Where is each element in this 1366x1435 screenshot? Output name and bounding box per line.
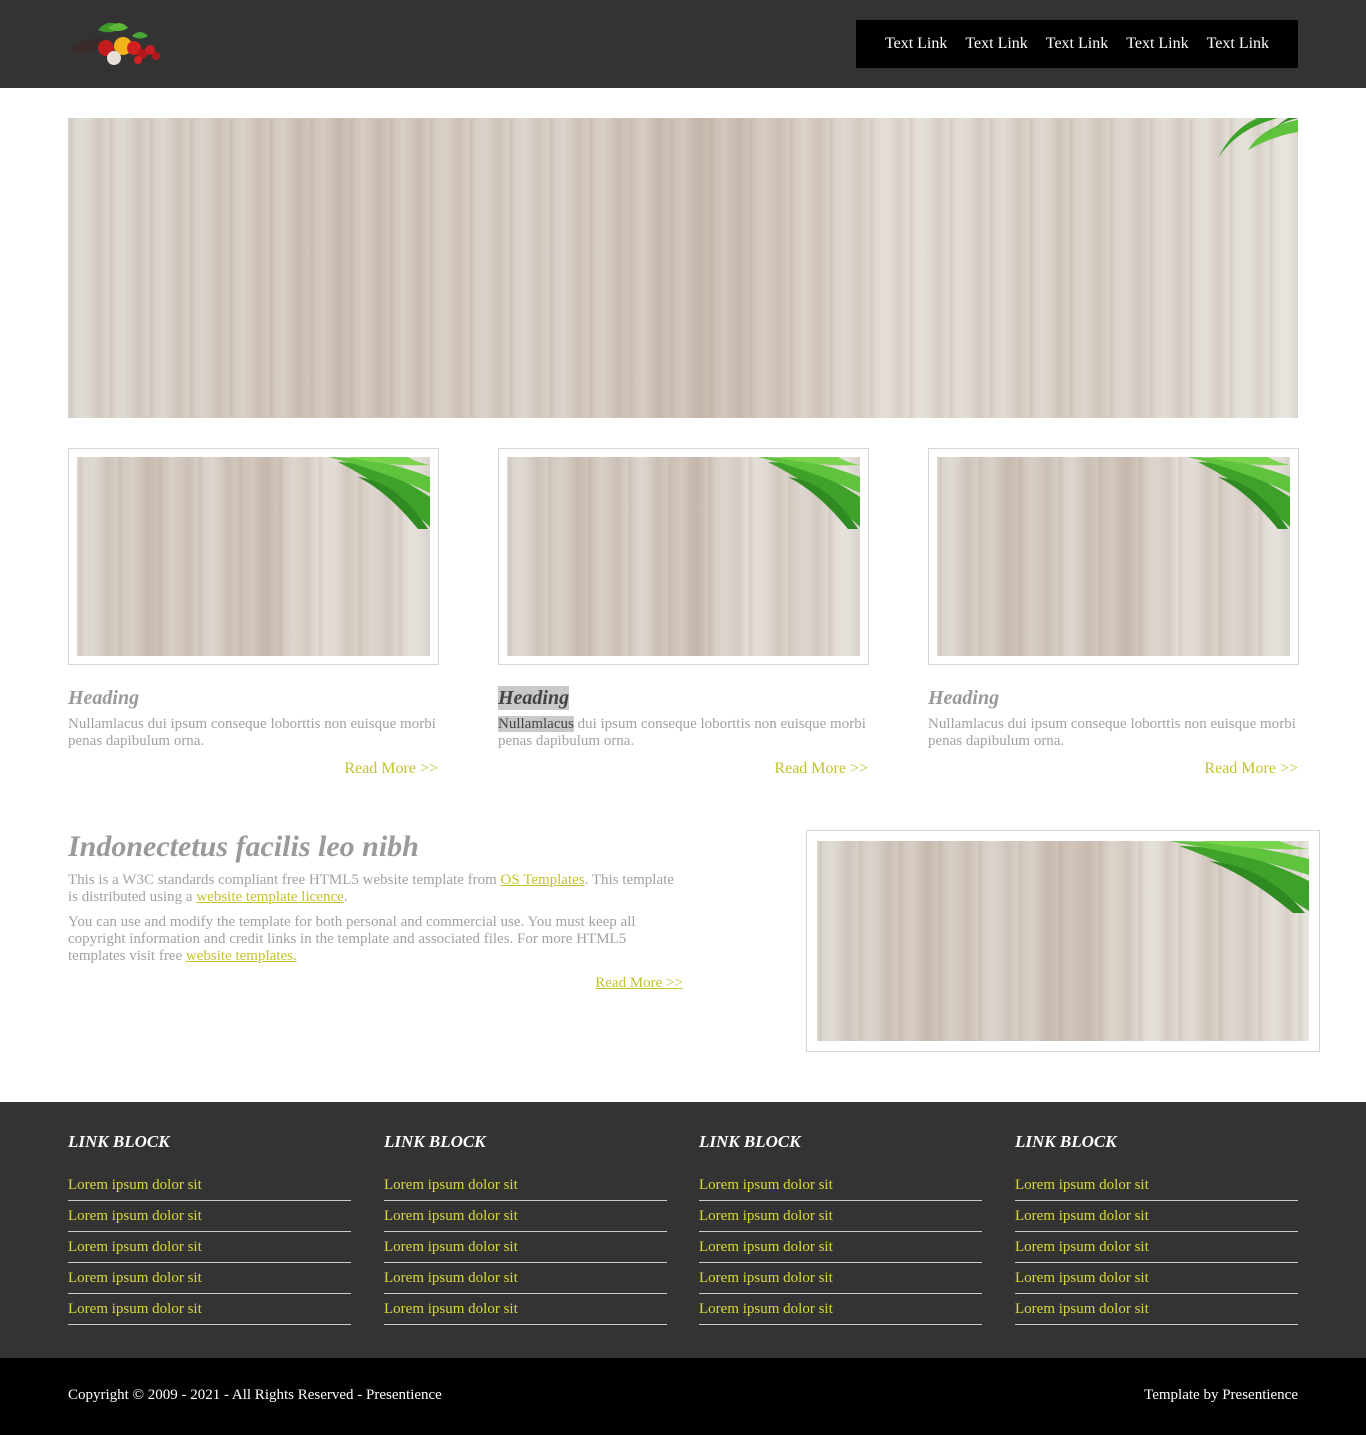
footer-link[interactable]: Lorem ipsum dolor sit <box>384 1301 518 1317</box>
link-block-title: LINK BLOCK <box>1015 1132 1117 1151</box>
card-heading: Heading <box>68 687 140 709</box>
footer-link[interactable]: Lorem ipsum dolor sit <box>68 1208 202 1224</box>
card-text: Nullamlacus dui ipsum conseque loborttis… <box>498 716 869 750</box>
link-block-title: LINK BLOCK <box>699 1132 801 1151</box>
link-block-4: LINK BLOCK Lorem ipsum dolor sit Lorem i… <box>1015 1132 1298 1325</box>
card-text: Nullamlacus dui ipsum conseque loborttis… <box>68 716 436 749</box>
text: This is a W3C standards compliant free H… <box>68 872 501 888</box>
website-templates-link[interactable]: website templates. <box>186 948 297 964</box>
footer-link[interactable]: Lorem ipsum dolor sit <box>384 1208 518 1224</box>
link-block-2: LINK BLOCK Lorem ipsum dolor sit Lorem i… <box>384 1132 667 1325</box>
footer-link[interactable]: Lorem ipsum dolor sit <box>1015 1177 1149 1193</box>
licence-link[interactable]: website template licence <box>196 889 343 905</box>
card-heading: Heading <box>928 687 1000 709</box>
link-block-1: LINK BLOCK Lorem ipsum dolor sit Lorem i… <box>68 1132 351 1325</box>
intro-title: Indonectetus facilis leo nibh <box>68 830 419 863</box>
os-templates-link[interactable]: OS Templates <box>501 872 585 888</box>
footer-link[interactable]: Lorem ipsum dolor sit <box>384 1270 518 1286</box>
footer-link[interactable]: Lorem ipsum dolor sit <box>699 1177 833 1193</box>
intro-paragraph-1: This is a W3C standards compliant free H… <box>68 872 683 906</box>
card-image-frame <box>68 448 439 665</box>
footer-links: LINK BLOCK Lorem ipsum dolor sit Lorem i… <box>0 1102 1366 1358</box>
vegetables-logo[interactable] <box>68 18 168 68</box>
link-block-title: LINK BLOCK <box>68 1132 170 1151</box>
card-image <box>937 457 1290 656</box>
nav-link-3[interactable]: Text Link <box>1037 20 1117 68</box>
leaves-decoration <box>328 457 430 529</box>
link-block-title: LINK BLOCK <box>384 1132 486 1151</box>
footer-link[interactable]: Lorem ipsum dolor sit <box>1015 1301 1149 1317</box>
intro-image-frame <box>806 830 1320 1052</box>
footer-link[interactable]: Lorem ipsum dolor sit <box>68 1239 202 1255</box>
highlighted-text: Nullamlacus <box>498 716 574 732</box>
footer-link[interactable]: Lorem ipsum dolor sit <box>384 1239 518 1255</box>
link-block-3: LINK BLOCK Lorem ipsum dolor sit Lorem i… <box>699 1132 982 1325</box>
footer-link[interactable]: Lorem ipsum dolor sit <box>1015 1208 1149 1224</box>
leaves-decoration <box>758 457 860 529</box>
feature-card-3: Heading Nullamlacus dui ipsum conseque l… <box>928 448 1299 778</box>
leaves-decoration <box>1169 841 1309 913</box>
intro-section: Indonectetus facilis leo nibh This is a … <box>68 830 683 992</box>
card-image <box>507 457 860 656</box>
footer-link[interactable]: Lorem ipsum dolor sit <box>384 1177 518 1193</box>
footer-link[interactable]: Lorem ipsum dolor sit <box>699 1208 833 1224</box>
read-more-link[interactable]: Read More >> <box>498 760 869 778</box>
text: . <box>343 889 348 905</box>
footer-link[interactable]: Lorem ipsum dolor sit <box>68 1301 202 1317</box>
footer-link[interactable]: Lorem ipsum dolor sit <box>68 1270 202 1286</box>
nav-link-1[interactable]: Text Link <box>876 20 956 68</box>
footer-link[interactable]: Lorem ipsum dolor sit <box>1015 1239 1149 1255</box>
card-image-frame <box>928 448 1299 665</box>
feature-card-1: Heading Nullamlacus dui ipsum conseque l… <box>68 448 439 778</box>
card-image <box>77 457 430 656</box>
footer-link[interactable]: Lorem ipsum dolor sit <box>699 1239 833 1255</box>
feature-card-2: Heading Nullamlacus dui ipsum conseque l… <box>498 448 869 778</box>
footer-link[interactable]: Lorem ipsum dolor sit <box>699 1270 833 1286</box>
main-nav: Text Link Text Link Text Link Text Link … <box>856 20 1298 68</box>
card-text: Nullamlacus dui ipsum conseque loborttis… <box>928 716 1296 749</box>
hero-image <box>68 118 1298 418</box>
footer-link[interactable]: Lorem ipsum dolor sit <box>1015 1270 1149 1286</box>
leaves-decoration <box>1218 118 1298 158</box>
copyright-bar: Copyright © 2009 - 2021 - All Rights Res… <box>0 1358 1366 1435</box>
copyright-text: Copyright © 2009 - 2021 - All Rights Res… <box>68 1387 442 1403</box>
leaves-decoration <box>1188 457 1290 529</box>
footer-link[interactable]: Lorem ipsum dolor sit <box>699 1301 833 1317</box>
intro-paragraph-2: You can use and modify the template for … <box>68 914 683 965</box>
footer-link[interactable]: Lorem ipsum dolor sit <box>68 1177 202 1193</box>
read-more-link[interactable]: Read More >> <box>68 975 683 992</box>
text: You can use and modify the template for … <box>68 914 636 964</box>
nav-link-4[interactable]: Text Link <box>1117 20 1197 68</box>
template-credit: Template by Presentience <box>1144 1387 1298 1403</box>
site-header: Text Link Text Link Text Link Text Link … <box>0 0 1366 88</box>
read-more-link[interactable]: Read More >> <box>928 760 1299 778</box>
intro-image <box>817 841 1309 1041</box>
card-image-frame <box>498 448 869 665</box>
nav-link-5[interactable]: Text Link <box>1198 20 1278 68</box>
read-more-link[interactable]: Read More >> <box>68 760 439 778</box>
nav-link-2[interactable]: Text Link <box>956 20 1036 68</box>
card-heading: Heading <box>498 686 570 710</box>
